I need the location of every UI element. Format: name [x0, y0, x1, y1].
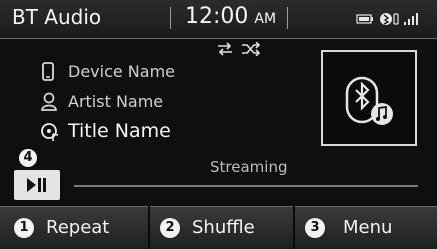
battery-icon — [356, 14, 373, 24]
menu-button[interactable]: 3 Menu — [295, 206, 437, 249]
play-pause-icon — [27, 178, 46, 192]
signal-strength-icon — [404, 13, 418, 25]
app-title: BT Audio — [12, 5, 102, 29]
person-icon — [40, 91, 58, 117]
bluetooth-music-icon — [345, 76, 393, 125]
callout-number-4-text: 4 — [23, 150, 33, 165]
streaming-label: Streaming — [210, 158, 288, 176]
shuffle-button[interactable]: 2 Shuffle — [150, 206, 293, 249]
callout-number-2: 2 — [160, 218, 180, 238]
progress-bar[interactable] — [74, 185, 418, 187]
clock: 12:00 AM — [185, 4, 276, 29]
device-name: Device Name — [68, 62, 176, 81]
status-bar: BT Audio 12:00 AM — [0, 0, 437, 39]
title-name: Title Name — [68, 120, 171, 142]
callout-number-1: 1 — [14, 218, 34, 238]
repeat-button[interactable]: 1 Repeat — [0, 206, 148, 249]
status-separator — [287, 7, 288, 29]
clock-time: 12:00 — [185, 4, 249, 29]
shuffle-icon — [240, 41, 262, 60]
status-icons — [356, 11, 428, 27]
callout-number-3: 3 — [305, 218, 325, 238]
callout-number-4: 4 — [18, 148, 38, 172]
bluetooth-phone-icon — [380, 13, 399, 25]
phone-icon — [40, 61, 56, 87]
artist-name: Artist Name — [68, 92, 164, 111]
play-pause-button[interactable] — [14, 170, 60, 200]
status-separator — [170, 7, 171, 29]
music-disc-icon — [40, 121, 60, 147]
clock-ampm: AM — [254, 11, 277, 27]
bottom-button-bar: 1 Repeat 2 Shuffle 3 Menu — [0, 206, 437, 249]
shuffle-button-label: Shuffle — [192, 217, 255, 238]
album-art — [321, 50, 417, 146]
repeat-icon — [215, 41, 235, 60]
repeat-button-label: Repeat — [46, 217, 110, 238]
menu-button-label: Menu — [343, 217, 393, 238]
bt-audio-screen: BT Audio 12:00 AM Device Name Artist Nam… — [0, 0, 437, 249]
